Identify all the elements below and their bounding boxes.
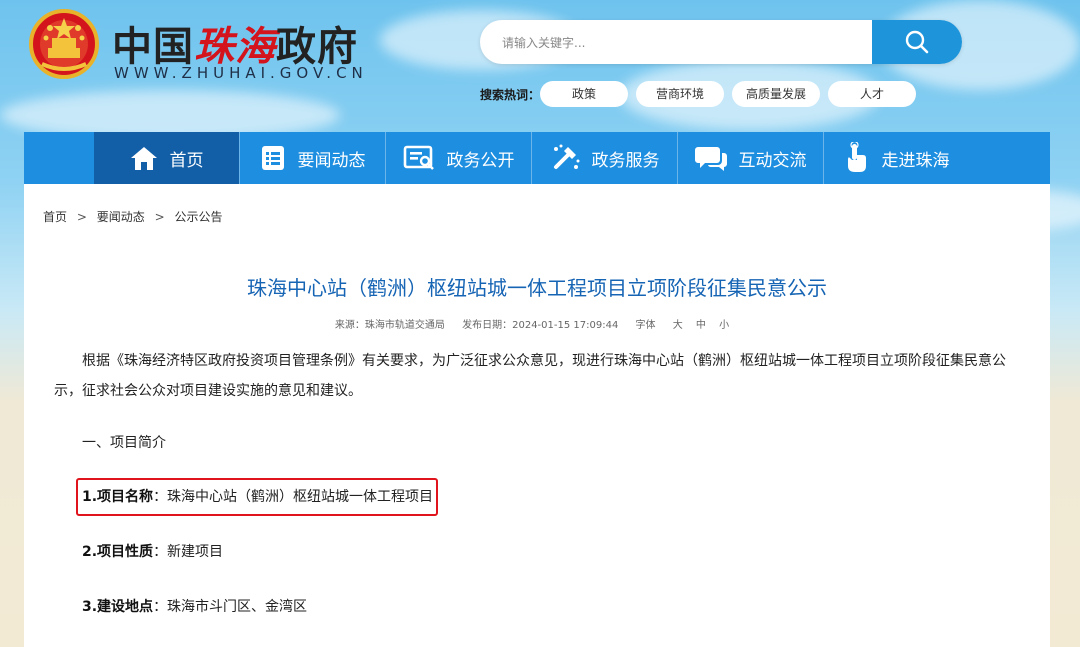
hot-search-label: 搜索热词：: [480, 88, 541, 102]
service-tools-icon: [553, 144, 579, 169]
news-list-icon: [261, 146, 284, 170]
nav-item-open-affairs[interactable]: 政务公开: [386, 132, 531, 184]
chat-icon: [694, 147, 727, 171]
pointing-hand-icon: [847, 142, 866, 172]
item-label: 3.建设地点: [82, 599, 154, 615]
hot-tag-quality-development[interactable]: 高质量发展: [732, 81, 820, 107]
home-icon: [130, 147, 157, 170]
breadcrumb-news[interactable]: 要闻动态: [97, 210, 145, 224]
breadcrumb: 首页 > 要闻动态 > 公示公告: [43, 208, 228, 225]
nav-item-home[interactable]: 首页: [94, 132, 239, 184]
breadcrumb-notices[interactable]: 公示公告: [174, 210, 222, 224]
font-size-small-button[interactable]: 小: [719, 320, 729, 331]
breadcrumb-separator: >: [76, 210, 87, 224]
site-logo[interactable]: 中国珠海政府 WWW.ZHUHAI.GOV.CN: [28, 8, 388, 86]
open-affairs-icon: [403, 145, 434, 170]
main-nav: 首页 要闻动态 政务公开 政务服务 互动交流 走进珠海: [24, 132, 1050, 184]
project-name-item: 1.项目名称：珠海中心站（鹤洲）枢纽站城一体工程项目: [82, 486, 433, 506]
national-emblem-icon: [29, 9, 99, 79]
nav-item-about-zhuhai[interactable]: 走进珠海: [824, 132, 969, 184]
project-nature-item: 2.项目性质：新建项目: [82, 541, 223, 561]
nav-item-interaction[interactable]: 互动交流: [678, 132, 823, 184]
site-url: WWW.ZHUHAI.GOV.CN: [114, 64, 368, 82]
article-meta: 来源：珠海市轨道交通局 发布日期：2024-01-15 17:09:44 字体 …: [24, 316, 1050, 331]
font-size-large-button[interactable]: 大: [673, 320, 683, 331]
nav-item-gov-services[interactable]: 政务服务: [532, 132, 677, 184]
item-label: 1.项目名称: [82, 489, 154, 505]
construction-site-item: 3.建设地点：珠海市斗门区、金湾区: [82, 596, 307, 616]
site-name-script: 珠海: [194, 23, 276, 70]
search-input[interactable]: [500, 32, 864, 54]
search-icon: [905, 30, 929, 54]
breadcrumb-home[interactable]: 首页: [43, 210, 67, 224]
article-intro: 根据《珠海经济特区政府投资项目管理条例》有关要求，为广泛征求公众意见，现进行珠海…: [54, 353, 1006, 399]
item-value: ：新建项目: [153, 544, 224, 560]
hot-tag-business-env[interactable]: 营商环境: [636, 81, 724, 107]
search-bar: [480, 20, 962, 64]
font-size-label: 字体: [635, 320, 656, 331]
breadcrumb-separator: >: [154, 210, 165, 224]
article-source: 来源：珠海市轨道交通局: [334, 320, 445, 331]
section-heading: 一、项目简介: [82, 435, 166, 451]
article-date: 发布日期：2024-01-15 17:09:44: [462, 320, 619, 331]
search-button[interactable]: [872, 20, 962, 64]
font-size-medium-button[interactable]: 中: [696, 320, 706, 331]
nav-item-news[interactable]: 要闻动态: [240, 132, 385, 184]
content-panel: 首页 > 要闻动态 > 公示公告 珠海中心站（鹤洲）枢纽站城一体工程项目立项阶段…: [24, 184, 1050, 647]
article-title: 珠海中心站（鹤洲）枢纽站城一体工程项目立项阶段征集民意公示: [247, 276, 827, 300]
item-value: ：珠海市斗门区、金湾区: [153, 599, 308, 615]
hot-tag-policy[interactable]: 政策: [540, 81, 628, 107]
item-value: ：珠海中心站（鹤洲）枢纽站城一体工程项目: [153, 489, 434, 505]
item-label: 2.项目性质: [82, 544, 154, 560]
hot-tag-talent[interactable]: 人才: [828, 81, 916, 107]
